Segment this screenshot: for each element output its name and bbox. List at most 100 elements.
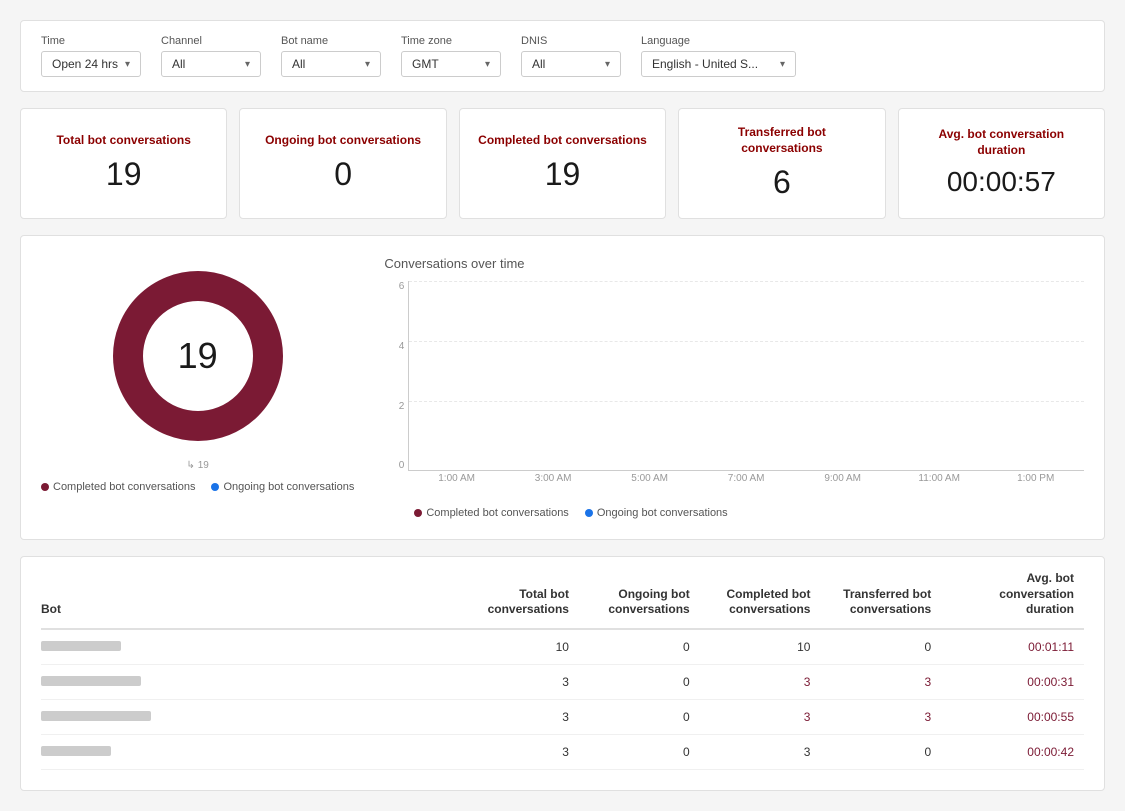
stat-card-avg-duration: Avg. bot conversation duration 00:00:57 (898, 108, 1105, 219)
cell-bot-name (41, 699, 458, 734)
cell-avg: 00:00:31 (941, 664, 1084, 699)
channel-filter-value: All (172, 57, 185, 71)
cell-completed: 10 (700, 629, 821, 665)
grid-line-4 (409, 341, 1084, 342)
col-completed: Completed bot conversations (700, 557, 821, 629)
grid-line-2 (409, 401, 1084, 402)
cell-total: 10 (458, 629, 579, 665)
legend-completed-label: Completed bot conversations (53, 481, 195, 493)
y-label-4: 4 (384, 341, 404, 352)
completed-dot (41, 483, 49, 491)
cell-bot-name (41, 629, 458, 665)
dnis-filter-value: All (532, 57, 545, 71)
x-label-9am: 9:00 AM (794, 473, 891, 484)
cell-completed: 3 (700, 734, 821, 769)
stat-card-ongoing: Ongoing bot conversations 0 (239, 108, 446, 219)
dashboard-page: Time Open 24 hrs ▾ Channel All ▾ Bot nam… (0, 0, 1125, 811)
x-label-7am: 7:00 AM (698, 473, 795, 484)
table-row: 303300:00:31 (41, 664, 1084, 699)
legend-ongoing: Ongoing bot conversations (211, 481, 354, 493)
bar-chart-title: Conversations over time (384, 256, 1084, 271)
time-filter-value: Open 24 hrs (52, 57, 118, 71)
donut-center-value-display: 19 (178, 335, 218, 377)
cell-bot-name (41, 664, 458, 699)
cell-avg: 00:00:55 (941, 699, 1084, 734)
stat-card-total: Total bot conversations 19 (20, 108, 227, 219)
cell-bot-name (41, 734, 458, 769)
cell-ongoing: 0 (579, 734, 700, 769)
bar-completed-dot (414, 509, 422, 517)
table-row: 303000:00:42 (41, 734, 1084, 769)
grid-line-6 (409, 281, 1084, 282)
legend-ongoing-label: Ongoing bot conversations (223, 481, 354, 493)
time-filter-group: Time Open 24 hrs ▾ (41, 35, 141, 77)
stat-card-transferred: Transferred bot conversations 6 (678, 108, 885, 219)
time-filter-label: Time (41, 35, 141, 47)
filter-bar: Time Open 24 hrs ▾ Channel All ▾ Bot nam… (20, 20, 1105, 92)
timezone-filter-group: Time zone GMT ▾ (401, 35, 501, 77)
bar-chart-legend: Completed bot conversations Ongoing bot … (384, 507, 1084, 519)
charts-section: 19 ↳ 19 Completed bot conversations Ongo… (20, 235, 1105, 540)
bot-table: Bot Total bot conversations Ongoing bot … (41, 557, 1084, 770)
x-label-1pm: 1:00 PM (987, 473, 1084, 484)
time-filter-select[interactable]: Open 24 hrs ▾ (41, 51, 141, 77)
donut-chart-container: 19 ↳ 19 Completed bot conversations Ongo… (41, 256, 354, 493)
y-label-6: 6 (384, 281, 404, 292)
channel-filter-group: Channel All ▾ (161, 35, 261, 77)
cell-completed: 3 (700, 664, 821, 699)
cell-ongoing: 0 (579, 629, 700, 665)
bar-legend-completed-label: Completed bot conversations (426, 507, 568, 519)
cell-transferred: 0 (820, 629, 941, 665)
cell-ongoing: 0 (579, 699, 700, 734)
timezone-filter-select[interactable]: GMT ▾ (401, 51, 501, 77)
bar-legend-completed: Completed bot conversations (414, 507, 568, 519)
stat-total-value: 19 (106, 158, 142, 190)
timezone-filter-label: Time zone (401, 35, 501, 47)
x-label-1am: 1:00 AM (408, 473, 505, 484)
donut-value: 19 (178, 335, 218, 376)
y-label-2: 2 (384, 401, 404, 412)
bar-chart: 0 2 4 6 (384, 281, 1084, 501)
x-label-11am: 11:00 AM (891, 473, 988, 484)
table-body: 10010000:01:11303300:00:31303300:00:5530… (41, 629, 1084, 770)
y-label-0: 0 (384, 460, 404, 471)
bars-grid-area (408, 281, 1084, 471)
cell-total: 3 (458, 699, 579, 734)
bar-ongoing-dot (585, 509, 593, 517)
stat-transferred-value: 6 (773, 166, 791, 198)
botname-filter-group: Bot name All ▾ (281, 35, 381, 77)
stat-avg-title: Avg. bot conversation duration (917, 127, 1086, 158)
stat-ongoing-value: 0 (334, 158, 352, 190)
cell-total: 3 (458, 664, 579, 699)
stat-card-completed: Completed bot conversations 19 (459, 108, 666, 219)
x-axis: 1:00 AM 3:00 AM 5:00 AM 7:00 AM 9:00 AM … (384, 473, 1084, 484)
stat-ongoing-title: Ongoing bot conversations (265, 133, 421, 149)
stat-transferred-title: Transferred bot conversations (697, 125, 866, 156)
table-row: 10010000:01:11 (41, 629, 1084, 665)
chevron-down-icon: ▾ (245, 59, 250, 70)
bar-legend-ongoing: Ongoing bot conversations (585, 507, 728, 519)
stat-completed-value: 19 (545, 158, 581, 190)
cell-avg: 00:01:11 (941, 629, 1084, 665)
donut-note: ↳ 19 (187, 460, 209, 471)
dnis-filter-group: DNIS All ▾ (521, 35, 621, 77)
cell-transferred: 3 (820, 699, 941, 734)
donut-legend: Completed bot conversations Ongoing bot … (41, 481, 354, 493)
col-transferred: Transferred bot conversations (820, 557, 941, 629)
dnis-filter-select[interactable]: All ▾ (521, 51, 621, 77)
cell-total: 3 (458, 734, 579, 769)
language-filter-select[interactable]: English - United S... ▾ (641, 51, 796, 77)
chevron-down-icon: ▾ (485, 59, 490, 70)
cell-avg: 00:00:42 (941, 734, 1084, 769)
stat-total-title: Total bot conversations (56, 133, 190, 149)
botname-filter-select[interactable]: All ▾ (281, 51, 381, 77)
col-avg: Avg. bot conversation duration (941, 557, 1084, 629)
channel-filter-label: Channel (161, 35, 261, 47)
bars-row (409, 281, 1084, 470)
timezone-filter-value: GMT (412, 57, 439, 71)
col-bot: Bot (41, 557, 458, 629)
bar-chart-container: Conversations over time 0 2 4 6 (384, 256, 1084, 519)
channel-filter-select[interactable]: All ▾ (161, 51, 261, 77)
chevron-down-icon: ▾ (605, 59, 610, 70)
cell-transferred: 0 (820, 734, 941, 769)
